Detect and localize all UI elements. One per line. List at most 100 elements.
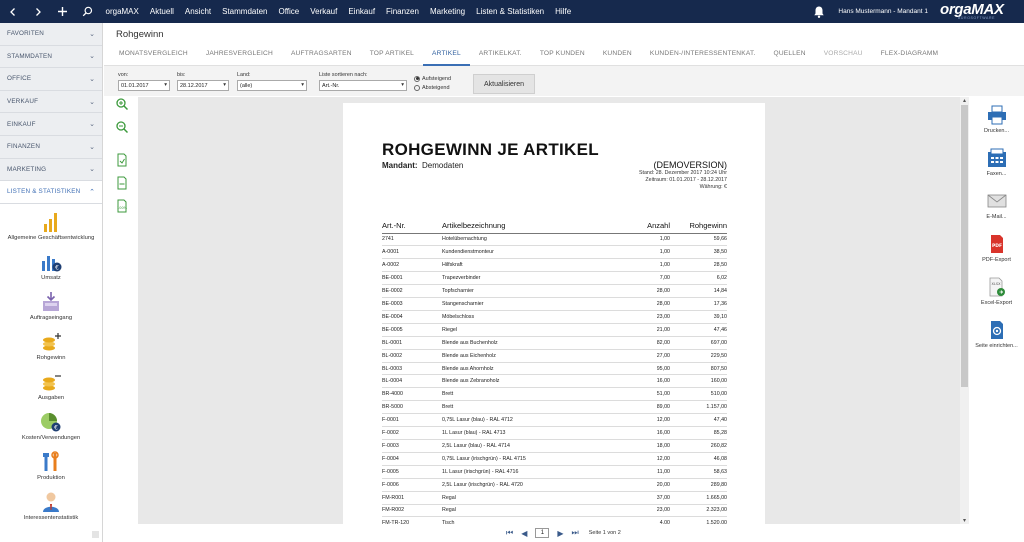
sidebar-section-stammdaten[interactable]: STAMMDATEN ⌄ [0, 45, 102, 69]
sidebar-section-favoriten[interactable]: FAVORITEN ⌄ [0, 23, 102, 46]
tab-top-kunden[interactable]: TOP KUNDEN [531, 44, 594, 66]
date-from-input[interactable]: 01.01.2017 ▾ [118, 80, 170, 91]
menu-ansicht[interactable]: Ansicht [179, 7, 216, 16]
sidebar-scroll-button[interactable] [92, 531, 99, 538]
first-page-icon[interactable]: ⏮ [506, 528, 513, 538]
sidebar-item-produktion[interactable]: Produktion [0, 450, 102, 490]
zoom-100-icon[interactable]: 100% [115, 199, 129, 213]
country-select[interactable]: (alle) ▾ [237, 80, 307, 91]
sidebar-section-marketing[interactable]: MARKETING ⌄ [0, 158, 102, 182]
page-info: Seite 1 von 2 [588, 530, 621, 536]
cell-anzahl: 7,00 [612, 271, 670, 286]
menu-finanzen[interactable]: Finanzen [381, 7, 425, 16]
tab-jahresvergleich[interactable]: JAHRESVERGLEICH [197, 44, 282, 66]
menu-hilfe[interactable]: Hilfe [550, 7, 577, 16]
excel-export-button[interactable]: XLSX Excel-Export [969, 269, 1024, 312]
tab-quellen[interactable]: QUELLEN [765, 44, 815, 66]
tab-top-artikel[interactable]: TOP ARTIKEL [361, 44, 423, 66]
menu-listen-statistiken[interactable]: Listen & Statistiken [471, 7, 550, 16]
radio-ascending[interactable]: Aufsteigend [414, 74, 451, 83]
tab-vorschau[interactable]: VORSCHAU [815, 44, 872, 66]
printer-icon [987, 105, 1006, 125]
top-bar: orgaMAX Aktuell Ansicht Stammdaten Offic… [0, 0, 1024, 23]
page-setup-button[interactable]: Seite einrichten... [969, 312, 1024, 355]
sort-value: Art.-Nr. [322, 82, 340, 89]
menu-stammdaten[interactable]: Stammdaten [217, 7, 273, 16]
update-button[interactable]: Aktualisieren [473, 74, 535, 94]
header-rohgewinn: Rohgewinn [670, 221, 727, 234]
sidebar-section-einkauf[interactable]: EINKAUF ⌄ [0, 113, 102, 136]
cell-bezeichnung: Trapezverbinder [442, 271, 612, 286]
back-button[interactable] [0, 0, 25, 23]
date-to-input[interactable]: 28.12.2017 ▾ [177, 80, 229, 91]
tab-monatsvergleich[interactable]: MONATSVERGLEICH [104, 44, 197, 66]
forward-button[interactable] [25, 0, 50, 23]
tab-artikelkat[interactable]: ARTIKELKAT. [470, 44, 531, 66]
chevron-down-icon: ▾ [164, 82, 167, 88]
page-number-input[interactable]: 1 [535, 528, 550, 538]
sidebar-item-interessentenstatistik[interactable]: Interessentenstatistik [0, 490, 102, 530]
cell-anzahl: 11,00 [612, 465, 670, 479]
scroll-down-icon[interactable]: ▾ [960, 517, 969, 524]
sort-select[interactable]: Art.-Nr. ▾ [319, 80, 407, 91]
sidebar-item-kosten-verwendungen[interactable]: € Kosten/Verwendungen [0, 410, 102, 450]
cell-anzahl: 4,00 [612, 516, 670, 524]
preview-scrollbar[interactable]: ▴ ▾ [960, 97, 969, 524]
tab-flex-diagramm[interactable]: FLEX-DIAGRAMM [872, 44, 948, 66]
bell-icon[interactable] [812, 5, 826, 19]
fax-button[interactable]: Faxen... [969, 140, 1024, 183]
scrollbar-thumb[interactable] [961, 105, 968, 387]
cell-nr: 2741 [382, 233, 442, 247]
sidebar-item-ausgaben[interactable]: Ausgaben [0, 370, 102, 410]
report-preview-area: ROHGEWINN JE ARTIKEL Mandant: Demodaten … [138, 97, 960, 524]
print-button[interactable]: Drucken... [969, 97, 1024, 140]
menu-aktuell[interactable]: Aktuell [144, 7, 179, 16]
date-from-label: von: [118, 72, 129, 78]
fit-width-icon[interactable] [115, 176, 129, 190]
sidebar-item-geschaeftsentwicklung[interactable]: Allgemeine Geschäftsentwicklung [0, 210, 102, 250]
menu-verkauf[interactable]: Verkauf [305, 7, 343, 16]
user-name[interactable]: Hans Mustermann - Mandant 1 [838, 8, 928, 15]
tab-auftragsarten[interactable]: AUFTRAGSARTEN [282, 44, 361, 66]
sidebar-item-umsatz[interactable]: € Umsatz [0, 250, 102, 290]
menu-marketing[interactable]: Marketing [424, 7, 470, 16]
sidebar-item-auftragseingang[interactable]: Auftragseingang [0, 290, 102, 330]
sidebar-item-rohgewinn[interactable]: Rohgewinn [0, 330, 102, 370]
prev-page-icon[interactable]: ◀ [521, 529, 527, 538]
table-row: BE-0005 Riegel 21,00 47,46 [382, 323, 727, 337]
page-navigation: ⏮ ◀ 1 ▶ ⏭ Seite 1 von 2 [138, 524, 960, 542]
sidebar-section-office[interactable]: OFFICE ⌄ [0, 68, 102, 91]
zoom-in-icon[interactable] [115, 97, 129, 111]
svg-text:PDF: PDF [991, 243, 1001, 249]
last-page-icon[interactable]: ⏭ [572, 528, 579, 538]
search-button[interactable] [75, 0, 100, 23]
menu-orgamax[interactable]: orgaMAX [100, 7, 144, 16]
radio-descending[interactable]: Absteigend [414, 83, 451, 92]
radio-descending-label: Absteigend [422, 84, 450, 91]
tab-kunden-interessentenkat[interactable]: KUNDEN-/INTERESSENTENKAT. [641, 44, 765, 66]
fit-page-icon[interactable] [115, 153, 129, 167]
add-button[interactable] [50, 0, 75, 23]
logo-text: orgaMAX [940, 0, 1004, 18]
scroll-up-icon[interactable]: ▴ [960, 97, 969, 104]
sidebar-item-label: Allgemeine Geschäftsentwicklung [7, 234, 95, 241]
tab-kunden[interactable]: KUNDEN [594, 44, 641, 66]
menu-office[interactable]: Office [273, 7, 305, 16]
pdf-export-button[interactable]: PDF PDF-Export [969, 226, 1024, 269]
tab-artikel[interactable]: ARTIKEL [423, 44, 470, 66]
sidebar-section-finanzen[interactable]: FINANZEN ⌄ [0, 135, 102, 159]
cell-nr: F-0001 [382, 413, 442, 428]
cell-anzahl: 1,00 [612, 258, 670, 273]
next-page-icon[interactable]: ▶ [557, 529, 563, 538]
cell-rohgewinn: 229,50 [670, 349, 727, 363]
email-button[interactable]: E-Mail... [969, 183, 1024, 226]
cell-nr: F-0006 [382, 478, 442, 492]
cell-bezeichnung: Möbelschloss [442, 310, 612, 324]
cell-anzahl: 18,00 [612, 439, 670, 453]
sidebar-section-listen-statistiken[interactable]: LISTEN & STATISTIKEN ⌃ [0, 181, 102, 204]
menu-einkauf[interactable]: Einkauf [343, 7, 381, 16]
sidebar-section-verkauf[interactable]: VERKAUF ⌄ [0, 90, 102, 114]
zoom-out-icon[interactable] [115, 120, 129, 134]
date-to-field: bis: 28.12.2017 ▾ [177, 72, 229, 91]
inbox-download-icon [43, 291, 59, 311]
